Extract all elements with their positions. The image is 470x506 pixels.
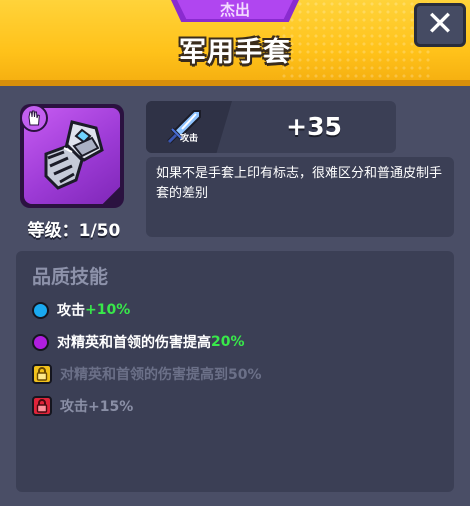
- item-title: 军用手套: [179, 37, 291, 68]
- header-border: [0, 80, 470, 86]
- skill-text: 攻击: [57, 303, 85, 319]
- level-value: 1/50: [78, 221, 121, 241]
- item-detail-panel: 杰出 军用手套 ✕ 等级：1/50 攻击 +35 如果不是手套上印有标志，很难区…: [0, 0, 470, 506]
- yellow-lock-icon: [32, 364, 52, 384]
- skill-highlight: 20%: [211, 334, 245, 350]
- stat-box: 攻击 +35: [146, 101, 396, 153]
- quality-skills-title: 品质技能: [32, 266, 109, 288]
- stat-value: +35: [286, 112, 342, 141]
- stat-label: 攻击: [180, 134, 199, 144]
- skill-row: 攻击+15%: [32, 394, 133, 418]
- hand-icon: [28, 110, 40, 126]
- lock-icon: [36, 399, 48, 413]
- skill-text-locked: 对精英和首领的伤害提高到50%: [60, 367, 262, 383]
- skill-row: 攻击 +10%: [32, 298, 130, 322]
- close-icon[interactable]: ✕: [426, 4, 455, 44]
- rarity-label: 杰出: [219, 1, 250, 19]
- skill-text-locked: 攻击+15%: [60, 399, 134, 415]
- level-prefix: 等级：: [27, 221, 79, 241]
- type-badge: [20, 104, 48, 132]
- lock-icon: [36, 367, 48, 381]
- skill-highlight: +10%: [85, 302, 131, 318]
- skill-text: 对精英和首领的伤害提高: [57, 335, 211, 351]
- blue-dot-icon: [32, 301, 49, 319]
- rarity-label-wrap: 杰出: [171, 0, 299, 22]
- red-lock-icon: [32, 396, 52, 416]
- item-description: 如果不是手套上印有标志，很难区分和普通皮制手套的差别: [146, 157, 454, 237]
- skill-row: 对精英和首领的伤害提高 20%: [32, 330, 245, 354]
- level-label: 等级：1/50: [24, 216, 124, 241]
- skill-row: 对精英和首领的伤害提高到50%: [32, 362, 262, 386]
- close-button[interactable]: ✕: [414, 3, 466, 47]
- purple-dot-icon: [32, 333, 49, 351]
